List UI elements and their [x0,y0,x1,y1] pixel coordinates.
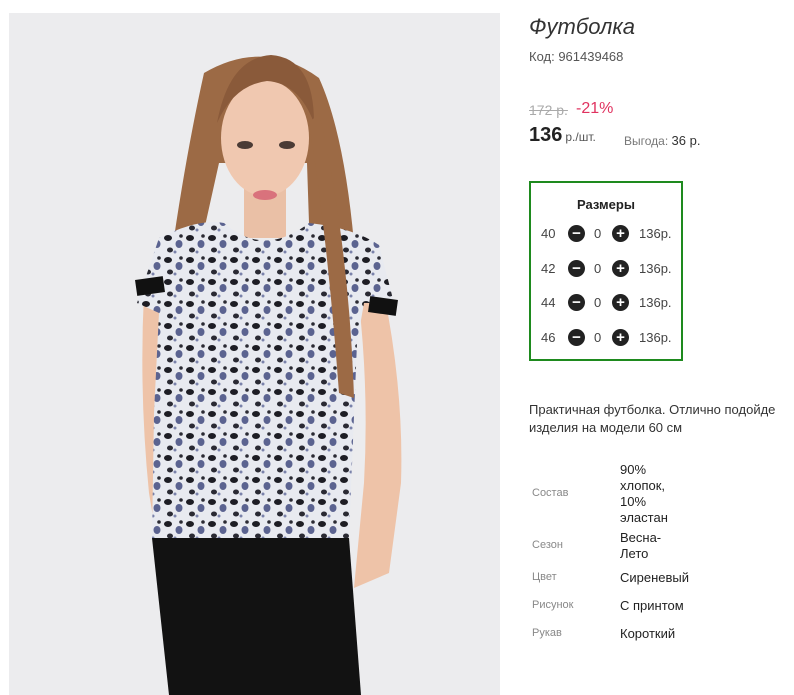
spec-value-composition: 90% хлопок, 10% эластан [620,462,668,526]
product-title: Футболка [529,14,635,39]
quantity-value: 0 [594,226,602,241]
spec-value-line: 10% [620,494,647,509]
spec-label-composition: Состав [532,487,569,499]
spec-value-line: Весна- [620,530,662,545]
spec-value-line: Короткий [620,626,676,641]
size-value: 42 [541,261,556,276]
plus-circle-icon[interactable]: + [612,225,629,242]
description-line: Практичная футболка. Отлично подойде [529,402,776,417]
model-illustration [135,55,402,695]
old-price: 172 р. [529,102,568,118]
spec-value-line: эластан [620,510,668,525]
product-code: Код: 961439468 [529,49,624,64]
spec-value-season: Весна- Лето [620,530,661,562]
plus-circle-icon[interactable]: + [612,294,629,311]
size-selector: Размеры 40 − 0 + 136р. 42 − 0 + 136р. 44… [529,181,683,361]
minus-circle-icon[interactable]: − [568,225,585,242]
spec-value-sleeve: Короткий [620,626,675,642]
product-description: Практичная футболка. Отлично подойде изд… [529,401,775,437]
benefit-label: Выгода: [624,134,669,148]
spec-value-color: Сиреневый [620,570,689,586]
price-unit: р./шт. [565,130,596,144]
size-row: 40 − 0 + 136р. [531,224,681,244]
product-info-panel: Футболка Код: 961439468 172 р. -21% 136 р… [529,0,794,695]
size-value: 40 [541,226,556,241]
quantity-value: 0 [594,261,602,276]
spec-value-line: хлопок, [620,478,666,493]
spec-value-line: Лето [620,546,649,561]
size-row: 46 − 0 + 136р. [531,328,681,348]
spec-label-sleeve: Рукав [532,627,562,639]
spec-label-pattern: Рисунок [532,599,574,611]
size-price: 136р. [639,226,672,241]
spec-value-line: 90% [620,462,647,477]
size-row: 42 − 0 + 136р. [531,259,681,279]
size-price: 136р. [639,330,672,345]
quantity-value: 0 [594,295,602,310]
size-row: 44 − 0 + 136р. [531,293,681,313]
size-value: 46 [541,330,556,345]
quantity-value: 0 [594,330,602,345]
plus-circle-icon[interactable]: + [612,329,629,346]
spec-value-pattern: С принтом [620,598,684,614]
current-price: 136 [529,124,563,146]
spec-value-line: Сиреневый [620,570,690,585]
size-value: 44 [541,295,556,310]
size-price: 136р. [639,295,672,310]
description-line: изделия на модели 60 см [529,420,683,435]
spec-value-line: С принтом [620,598,684,613]
discount-badge: -21% [576,100,614,117]
spec-label-season: Сезон [532,539,563,551]
size-price: 136р. [639,261,672,276]
sizes-title: Размеры [577,197,635,212]
benefit-value: 36 р. [671,133,701,148]
minus-circle-icon[interactable]: − [568,329,585,346]
price-row: 136 р./шт. [529,124,596,147]
benefit: Выгода: 36 р. [624,133,700,148]
minus-circle-icon[interactable]: − [568,294,585,311]
spec-label-color: Цвет [532,571,557,583]
product-photo[interactable] [9,13,500,695]
minus-circle-icon[interactable]: − [568,260,585,277]
plus-circle-icon[interactable]: + [612,260,629,277]
